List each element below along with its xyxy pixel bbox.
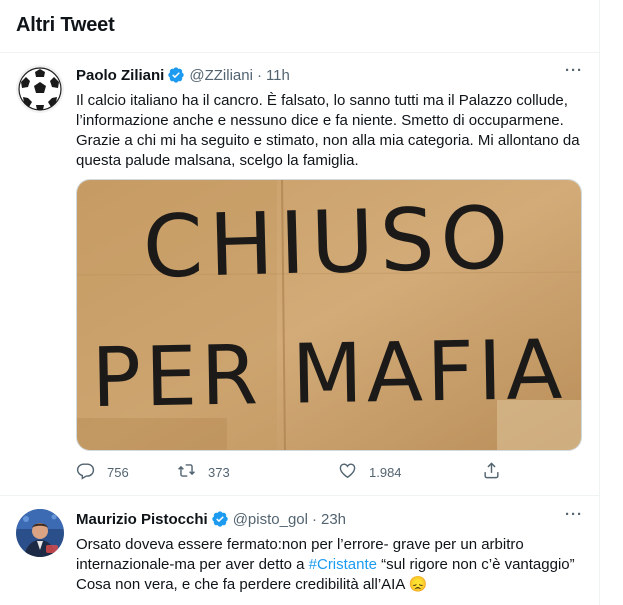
- retweet-icon: [177, 461, 196, 483]
- tweet-header: Paolo Ziliani @ZZiliani · 11h ···: [76, 63, 584, 85]
- author-handle[interactable]: @ZZiliani: [189, 67, 253, 84]
- tweet-header: Maurizio Pistocchi @pisto_gol · 23h ···: [76, 507, 584, 529]
- separator: ·: [311, 510, 317, 528]
- author-name[interactable]: Maurizio Pistocchi: [76, 511, 208, 528]
- tweet-body: Paolo Ziliani @ZZiliani · 11h ··· Il cal…: [76, 63, 584, 171]
- more-options-icon[interactable]: ···: [564, 63, 584, 85]
- separator: ·: [256, 66, 262, 84]
- tweet-text: Il calcio italiano ha il cancro. È falsa…: [76, 92, 580, 169]
- reply-count: 756: [107, 464, 129, 480]
- like-count: 1.984: [369, 464, 402, 480]
- tweet[interactable]: Paolo Ziliani @ZZiliani · 11h ··· Il cal…: [0, 53, 599, 496]
- tweet-text: Orsato doveva essere fermato:non per l’e…: [76, 535, 584, 595]
- share-button[interactable]: [482, 461, 501, 483]
- tweet[interactable]: Maurizio Pistocchi @pisto_gol · 23h ··· …: [0, 497, 599, 605]
- hashtag-link[interactable]: #Cristante: [309, 556, 377, 573]
- disappointed-face-emoji: 😞: [408, 576, 428, 593]
- timestamp[interactable]: 23h: [321, 511, 346, 528]
- verified-badge-icon: [211, 510, 229, 528]
- more-options-icon[interactable]: ···: [564, 507, 584, 529]
- heart-icon: [338, 461, 357, 483]
- media-text-line1: CHIUSO: [142, 188, 516, 298]
- more-tweets-panel: Altri Tweet Paolo Ziliani @ZZiliani · 11…: [0, 0, 600, 605]
- author-handle[interactable]: @pisto_gol: [233, 511, 308, 528]
- verified-badge-icon: [167, 66, 185, 84]
- tweet-media-image[interactable]: CHIUSO PER MAFIA: [76, 179, 582, 451]
- reply-button[interactable]: 756: [76, 461, 129, 483]
- share-icon: [482, 461, 501, 483]
- media-text-line2: PER MAFIA: [91, 323, 567, 426]
- retweet-button[interactable]: 373: [177, 461, 230, 483]
- tweet-actions: 756 373 1.984: [76, 461, 506, 483]
- timestamp[interactable]: 11h: [266, 67, 290, 84]
- avatar[interactable]: [16, 509, 64, 557]
- like-button[interactable]: 1.984: [338, 461, 402, 483]
- reply-icon: [76, 461, 95, 483]
- section-title: Altri Tweet: [16, 14, 115, 36]
- avatar[interactable]: [16, 65, 64, 113]
- tweet-body: Maurizio Pistocchi @pisto_gol · 23h ··· …: [76, 507, 584, 595]
- retweet-count: 373: [208, 464, 230, 480]
- author-name[interactable]: Paolo Ziliani: [76, 67, 164, 84]
